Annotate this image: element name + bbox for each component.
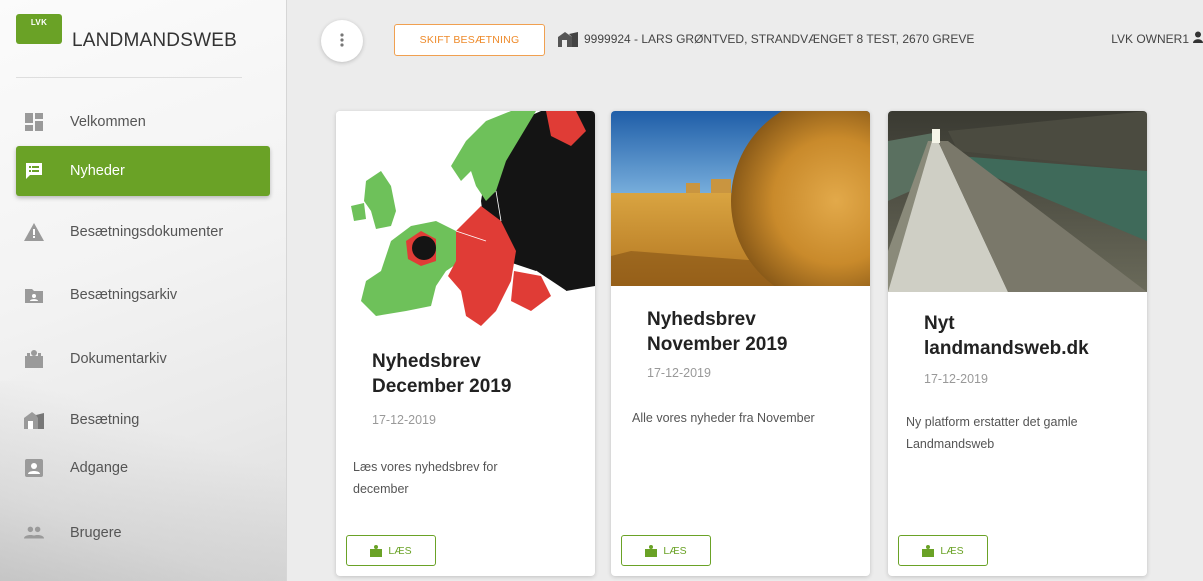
sidebar-item-label: Brugere xyxy=(70,525,122,541)
news-card[interactable]: Nyhedsbrev November 2019 17-12-2019 Alle… xyxy=(611,111,870,576)
card-title[interactable]: Nyhedsbrev November 2019 xyxy=(647,307,847,357)
barn-icon xyxy=(24,410,44,430)
users-icon xyxy=(24,523,44,543)
lvk-logo: LVK xyxy=(16,14,62,44)
archive-icon xyxy=(645,544,658,557)
sidebar-item-dokumentarkiv[interactable]: Dokumentarkiv xyxy=(16,334,270,384)
card-title[interactable]: Nyt landmandsweb.dk xyxy=(924,311,1124,361)
warning-icon xyxy=(24,222,44,242)
current-farm: 9999924 - LARS GRØNTVED, STRANDVÆNGET 8 … xyxy=(558,31,974,47)
sidebar-item-adgange[interactable]: Adgange xyxy=(16,443,270,493)
id-card-icon xyxy=(24,458,44,478)
sidebar-item-label: Adgange xyxy=(70,460,129,476)
barn-icon xyxy=(558,31,578,47)
card-date: 17-12-2019 xyxy=(372,413,436,427)
archive-icon xyxy=(370,544,383,557)
read-button-label: LÆS xyxy=(388,544,412,557)
sidebar-item-label: Besætning xyxy=(70,412,140,428)
read-button-label: LÆS xyxy=(663,544,687,557)
card-date: 17-12-2019 xyxy=(647,366,711,380)
read-button-label: LÆS xyxy=(940,544,964,557)
more-menu-button[interactable] xyxy=(321,20,363,62)
sidebar-item-besaetningsdokumenter[interactable]: Besætningsdokumenter xyxy=(16,207,270,257)
user-menu[interactable]: LVK OWNER1 xyxy=(1111,31,1203,46)
sidebar-item-label: Besætningsarkiv xyxy=(70,287,178,303)
brand-title: LANDMANDSWEB xyxy=(72,30,237,51)
card-description: Ny platform erstatter det gamle Landmand… xyxy=(906,415,1078,451)
brand[interactable]: LVK LANDMANDSWEB xyxy=(16,14,242,78)
dashboard-icon xyxy=(24,112,44,132)
sidebar-item-nyheder[interactable]: Nyheder xyxy=(16,146,270,196)
news-card[interactable]: Nyhedsbrev December 2019 17-12-2019 Læs … xyxy=(336,111,595,576)
news-icon xyxy=(24,161,44,181)
user-label: LVK OWNER1 xyxy=(1111,31,1189,46)
sidebar-item-besaetningsarkiv[interactable]: Besætningsarkiv xyxy=(16,270,270,320)
change-herd-button[interactable]: SKIFT BESÆTNING xyxy=(394,24,545,56)
user-icon xyxy=(1193,31,1203,46)
read-button[interactable]: LÆS xyxy=(898,535,988,566)
europe-map-image xyxy=(336,111,595,331)
sidebar-item-velkommen[interactable]: Velkommen xyxy=(16,97,270,147)
card-date: 17-12-2019 xyxy=(924,372,988,386)
more-vertical-icon xyxy=(340,31,344,52)
card-description: Alle vores nyheder fra November xyxy=(632,411,815,425)
read-button[interactable]: LÆS xyxy=(621,535,711,566)
barn-interior-image xyxy=(888,111,1147,292)
read-button[interactable]: LÆS xyxy=(346,535,436,566)
archive-icon xyxy=(922,544,935,557)
sidebar-item-label: Velkommen xyxy=(70,114,146,130)
archive-icon xyxy=(24,349,44,369)
sidebar-item-brugere[interactable]: Brugere xyxy=(16,508,270,558)
sidebar-item-label: Besætningsdokumenter xyxy=(70,224,224,240)
sidebar-item-label: Nyheder xyxy=(70,163,125,179)
sidebar-item-label: Dokumentarkiv xyxy=(70,351,167,367)
top-bar: SKIFT BESÆTNING 9999924 - LARS GRØNTVED,… xyxy=(288,0,1203,82)
card-description: Læs vores nyhedsbrev for december xyxy=(353,460,498,496)
news-card[interactable]: Nyt landmandsweb.dk 17-12-2019 Ny platfo… xyxy=(888,111,1147,576)
folder-icon xyxy=(24,285,44,305)
sidebar: LVK LANDMANDSWEB Velkommen Nyheder Besæt… xyxy=(0,0,287,581)
card-title[interactable]: Nyhedsbrev December 2019 xyxy=(372,349,572,399)
sidebar-item-besaetning[interactable]: Besætning xyxy=(16,395,270,445)
hay-bale-field-image xyxy=(611,111,870,286)
farm-label: 9999924 - LARS GRØNTVED, STRANDVÆNGET 8 … xyxy=(584,32,975,46)
